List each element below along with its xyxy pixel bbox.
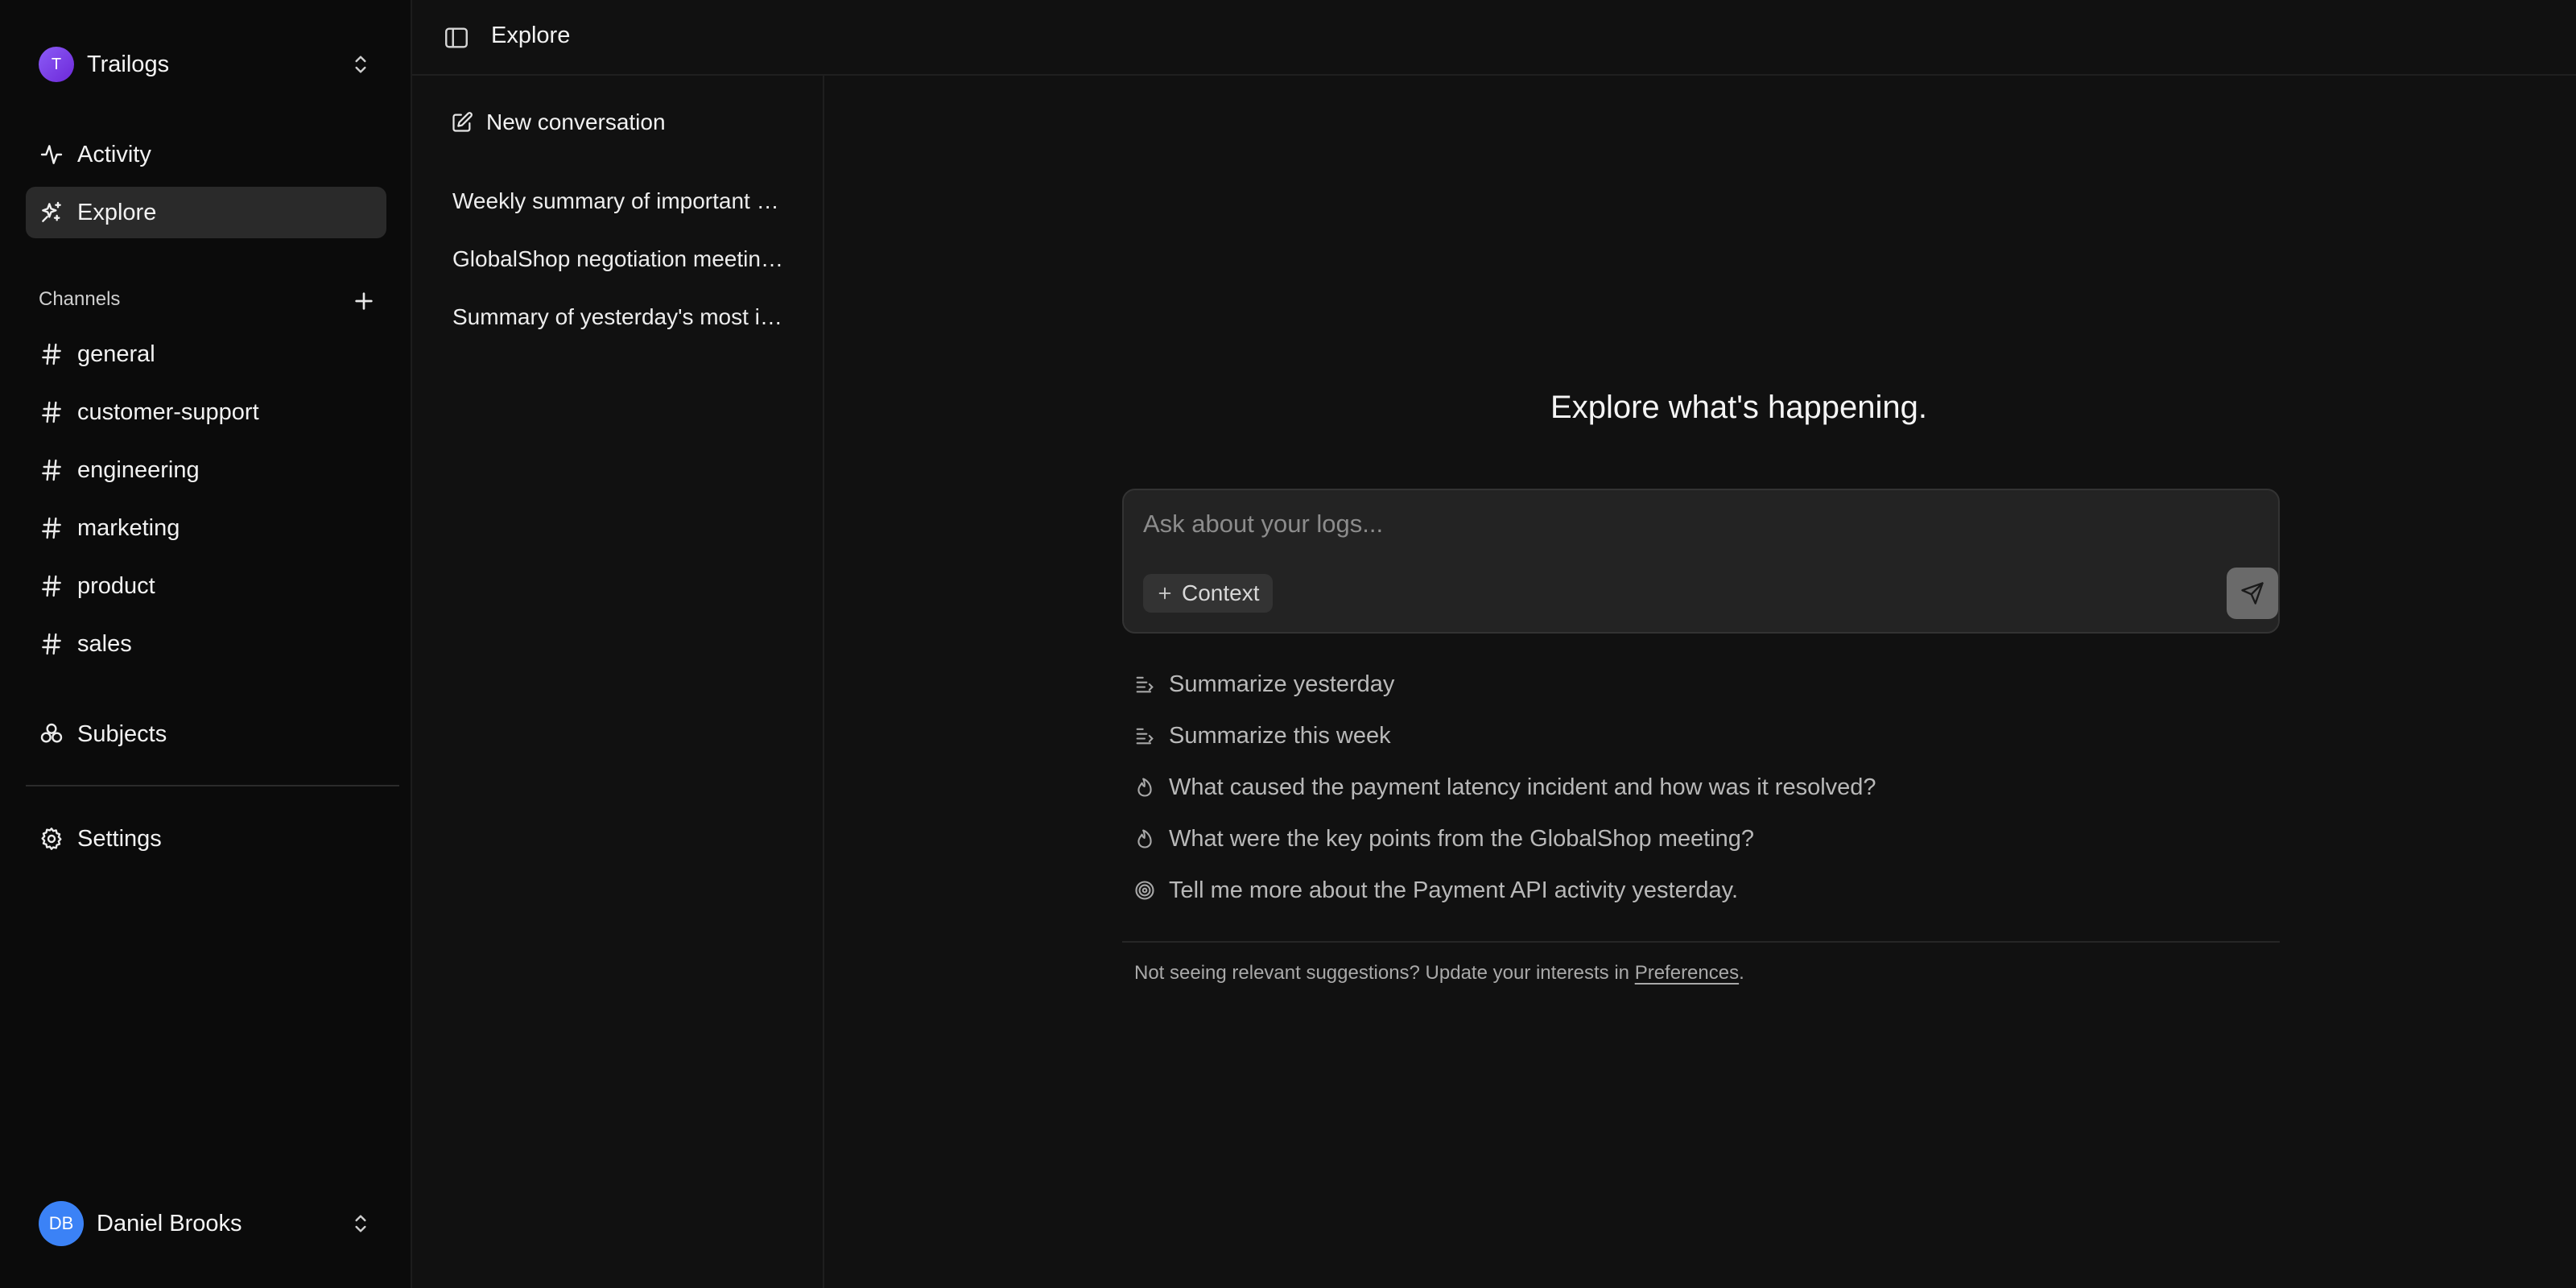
send-button[interactable] — [2227, 568, 2278, 619]
channel-label: product — [77, 572, 155, 599]
gear-icon — [39, 826, 64, 852]
channel-item-marketing[interactable]: marketing — [39, 509, 180, 547]
suggestion-label: What were the key points from the Global… — [1169, 825, 1754, 852]
nav-item-explore[interactable]: Explore — [26, 187, 386, 238]
top-bar: Explore — [412, 0, 2576, 76]
hash-icon — [39, 341, 64, 367]
suggestion-item[interactable]: Tell me more about the Payment API activ… — [1133, 873, 1738, 908]
chevron-up-down-icon — [348, 52, 374, 77]
suggestions-footnote: Not seeing relevant suggestions? Update … — [1134, 962, 1744, 985]
explore-headline: Explore what's happening. — [1550, 390, 1927, 425]
nav-item-activity[interactable]: Activity — [26, 129, 386, 180]
activity-icon — [39, 142, 64, 167]
summary-icon — [1133, 724, 1156, 747]
suggestion-label: Summarize this week — [1169, 722, 1391, 749]
suggestion-label: Summarize yesterday — [1169, 671, 1395, 697]
channel-item-customer-support[interactable]: customer-support — [39, 393, 259, 431]
channel-item-sales[interactable]: sales — [39, 625, 132, 663]
user-name: Daniel Brooks — [97, 1210, 242, 1236]
channel-label: general — [77, 341, 155, 367]
footnote-text: Not seeing relevant suggestions? Update … — [1134, 962, 1635, 984]
workspace-switcher[interactable]: T Trailogs — [39, 45, 374, 84]
channel-label: marketing — [77, 514, 180, 541]
hash-icon — [39, 399, 64, 425]
channel-item-general[interactable]: general — [39, 335, 155, 374]
channel-item-product[interactable]: product — [39, 567, 155, 605]
conversation-list: New conversation Weekly summary of impor… — [412, 76, 824, 1288]
hash-icon — [39, 631, 64, 657]
add-channel-icon[interactable] — [351, 288, 377, 314]
channel-label: engineering — [77, 456, 200, 483]
nav-item-subjects[interactable]: Subjects — [39, 715, 167, 753]
nav-item-settings[interactable]: Settings — [39, 819, 162, 858]
preferences-link[interactable]: Preferences — [1635, 962, 1739, 984]
page-title: Explore — [491, 23, 571, 48]
workspace-name: Trailogs — [87, 51, 170, 77]
footnote-suffix: . — [1739, 962, 1744, 984]
suggestion-label: Tell me more about the Payment API activ… — [1169, 877, 1739, 903]
conversation-item[interactable]: Summary of yesterday's most important up… — [452, 304, 791, 336]
target-icon — [1133, 879, 1156, 902]
summary-icon — [1133, 673, 1156, 696]
hash-icon — [39, 573, 64, 599]
add-context-button[interactable]: Context — [1143, 574, 1273, 613]
suggestions-divider — [1122, 941, 2280, 943]
suggestion-item[interactable]: Summarize yesterday — [1133, 667, 1394, 702]
conversation-item[interactable]: GlobalShop negotiation meeting notes — [452, 246, 791, 279]
flame-icon — [1133, 776, 1156, 799]
channel-label: customer-support — [77, 398, 259, 425]
user-menu[interactable]: DB Daniel Brooks — [39, 1201, 374, 1246]
new-conversation-button[interactable]: New conversation — [451, 108, 666, 137]
suggestion-item[interactable]: What caused the payment latency incident… — [1133, 770, 1876, 805]
sparkles-icon — [39, 200, 64, 225]
nav-item-label: Explore — [77, 199, 157, 225]
explore-panel: Explore what's happening. Context Summar… — [824, 76, 2576, 1288]
edit-icon — [451, 111, 473, 134]
channel-label: sales — [77, 630, 132, 657]
sidebar: T Trailogs Activity Explore Channels gen… — [0, 0, 412, 1288]
composer: Context — [1122, 489, 2280, 634]
suggestion-item[interactable]: What were the key points from the Global… — [1133, 821, 1754, 857]
plus-icon — [1156, 584, 1174, 602]
new-conversation-label: New conversation — [486, 109, 666, 134]
context-label: Context — [1182, 580, 1260, 605]
suggestion-label: What caused the payment latency incident… — [1169, 774, 1876, 800]
send-icon — [2240, 581, 2264, 605]
workspace-avatar: T — [39, 47, 74, 82]
hash-icon — [39, 515, 64, 541]
hash-icon — [39, 457, 64, 483]
nav-item-label: Subjects — [77, 720, 167, 747]
channel-item-engineering[interactable]: engineering — [39, 451, 200, 489]
avatar: DB — [39, 1201, 84, 1246]
ask-input[interactable] — [1143, 506, 2190, 542]
nav-item-label: Activity — [77, 141, 151, 167]
flame-icon — [1133, 828, 1156, 850]
channels-heading: Channels — [39, 288, 121, 310]
subjects-icon — [39, 721, 64, 747]
conversation-item[interactable]: Weekly summary of important events — [452, 188, 791, 221]
suggestion-item[interactable]: Summarize this week — [1133, 718, 1391, 753]
nav-item-label: Settings — [77, 825, 162, 852]
sidebar-divider — [26, 785, 399, 786]
chevron-up-down-icon — [348, 1211, 374, 1236]
sidebar-toggle-icon[interactable] — [443, 24, 470, 52]
